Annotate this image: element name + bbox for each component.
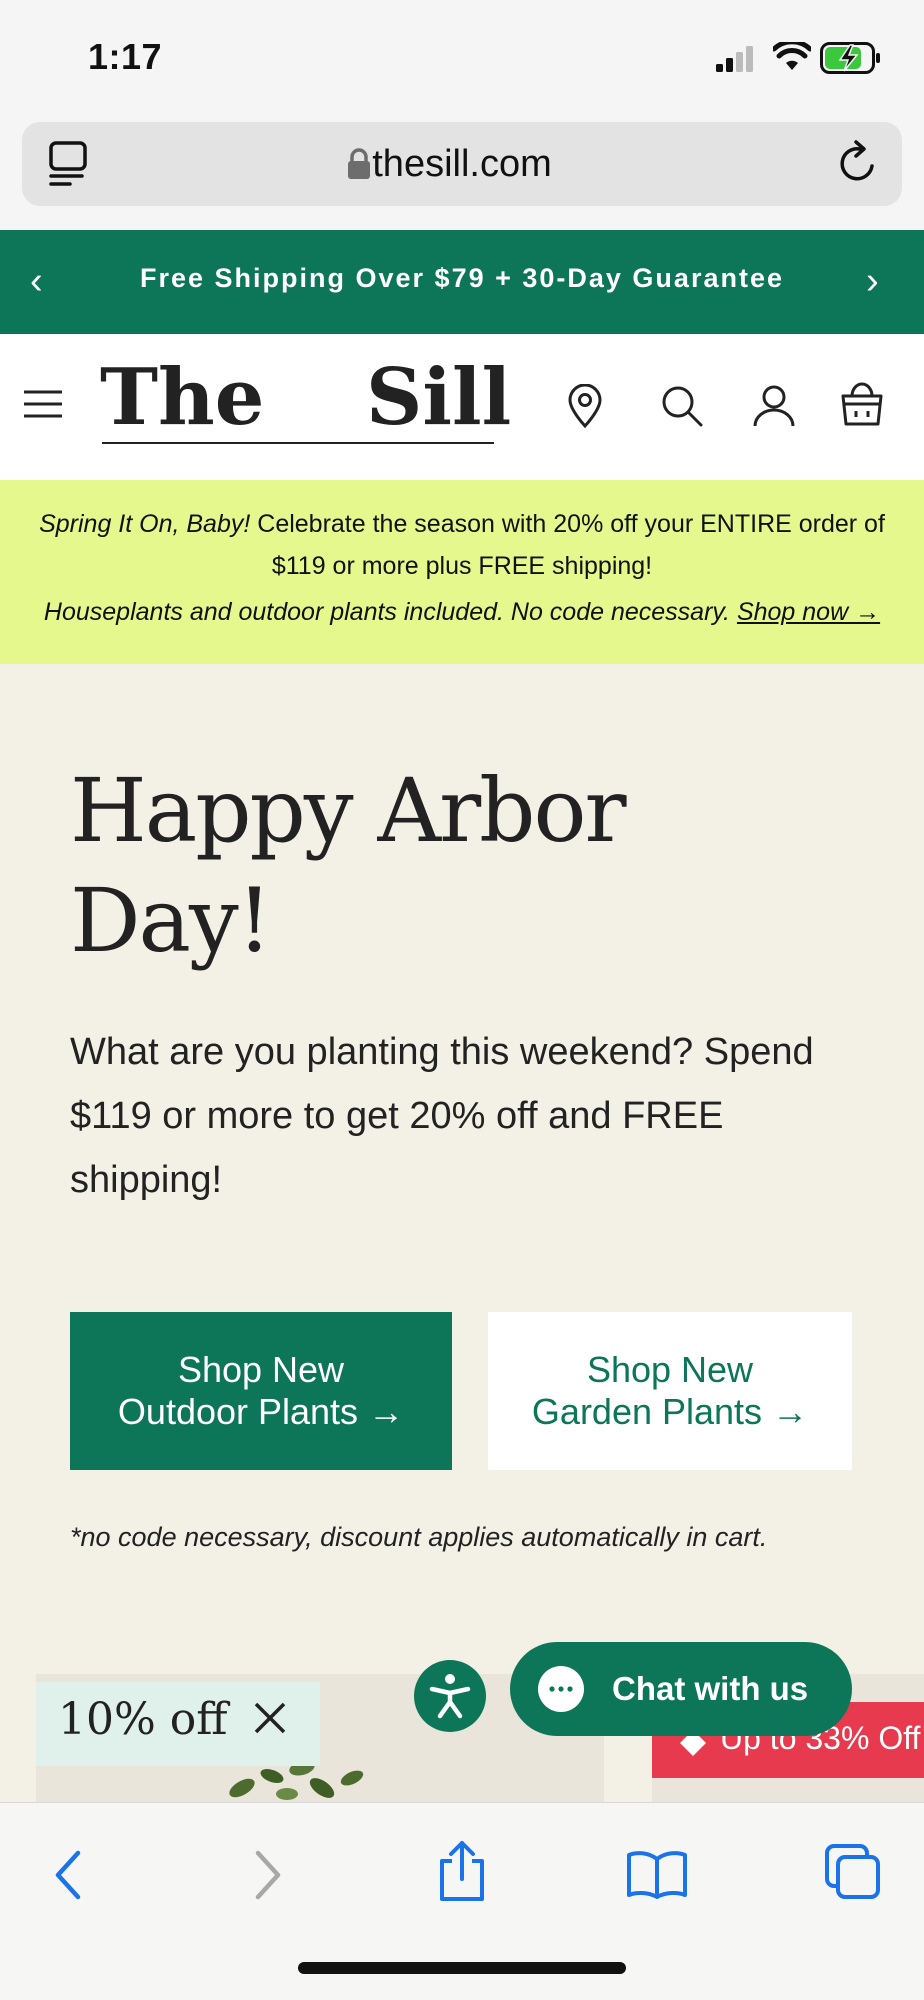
promo-line-1: Spring It On, Baby! Celebrate the season… — [0, 510, 924, 539]
hero-title-line-1: Happy Arbor — [70, 759, 627, 862]
shop-garden-plants-label: Shop New Garden Plants → — [488, 1312, 852, 1470]
cellular-signal-icon — [716, 46, 753, 72]
shipping-banner: ‹ Free Shipping Over $79 + 30-Day Guaran… — [0, 230, 924, 334]
menu-icon[interactable] — [22, 388, 64, 420]
forward-icon[interactable] — [250, 1849, 286, 1901]
reload-icon[interactable] — [836, 140, 880, 186]
hero-title-line-2: Day! — [70, 869, 272, 972]
battery-charging-icon — [820, 42, 880, 74]
cart-basket-icon[interactable] — [840, 380, 884, 428]
status-time: 1:17 — [88, 36, 163, 77]
promo-line-3: Houseplants and outdoor plants included.… — [0, 598, 924, 627]
hero-title: Happy Arbor Day! — [70, 756, 850, 976]
promo-shop-now-link[interactable]: Shop now → — [737, 598, 880, 626]
shop-garden-line-1: Shop New — [586, 1349, 754, 1390]
discount-disclaimer: *no code necessary, discount applies aut… — [70, 1522, 768, 1552]
hero-body: What are you planting this weekend? Spen… — [70, 1031, 814, 1201]
promo-bar: Spring It On, Baby! Celebrate the season… — [0, 480, 924, 664]
chevron-right-icon[interactable]: › — [866, 260, 879, 303]
tabs-icon[interactable] — [824, 1843, 882, 1901]
promo-headline: Spring It On, Baby! — [39, 510, 251, 538]
logo-underline — [102, 442, 494, 444]
accessibility-button[interactable] — [414, 1660, 486, 1732]
share-icon[interactable] — [434, 1839, 490, 1903]
location-pin-icon[interactable] — [566, 384, 604, 428]
site-logo[interactable]: The Sill — [100, 352, 511, 446]
lock-icon — [348, 148, 370, 179]
home-indicator — [298, 1962, 626, 1974]
discount-badge-text: 10% off — [58, 1694, 228, 1745]
shop-garden-plants-button[interactable]: Shop New Garden Plants → — [488, 1312, 852, 1470]
shipping-banner-text: Free Shipping Over $79 + 30-Day Guarante… — [140, 263, 784, 293]
promo-line-1-text: Celebrate the season with 20% off your E… — [250, 510, 885, 538]
promo-line-2: $119 or more plus FREE shipping! — [271, 552, 653, 580]
wifi-icon — [773, 42, 811, 70]
back-icon[interactable] — [50, 1849, 86, 1901]
shop-outdoor-line-1: Shop New — [177, 1349, 345, 1390]
reader-mode-icon[interactable] — [48, 140, 90, 188]
shop-outdoor-line-2: Outdoor Plants → — [117, 1391, 405, 1432]
logo-word-sill: Sill — [366, 352, 512, 443]
bookmarks-icon[interactable] — [626, 1849, 688, 1899]
chat-bubble-icon — [538, 1666, 584, 1712]
chat-button[interactable]: Chat with us — [510, 1642, 852, 1736]
promo-line-3-text: Houseplants and outdoor plants included.… — [43, 598, 737, 626]
shop-garden-line-2: Garden Plants → — [531, 1391, 809, 1432]
chevron-left-icon[interactable]: ‹ — [30, 260, 43, 303]
address-bar[interactable]: thesill.com — [22, 122, 902, 206]
search-icon[interactable] — [660, 384, 704, 428]
chat-button-label: Chat with us — [612, 1670, 809, 1707]
shop-outdoor-plants-label: Shop New Outdoor Plants → — [70, 1312, 452, 1470]
shop-outdoor-plants-button[interactable]: Shop New Outdoor Plants → — [70, 1312, 452, 1470]
url-text[interactable]: thesill.com — [0, 122, 924, 206]
accessibility-icon — [429, 1674, 471, 1719]
close-icon[interactable] — [252, 1700, 288, 1736]
account-icon[interactable] — [752, 384, 796, 428]
logo-word-the: The — [100, 352, 265, 443]
